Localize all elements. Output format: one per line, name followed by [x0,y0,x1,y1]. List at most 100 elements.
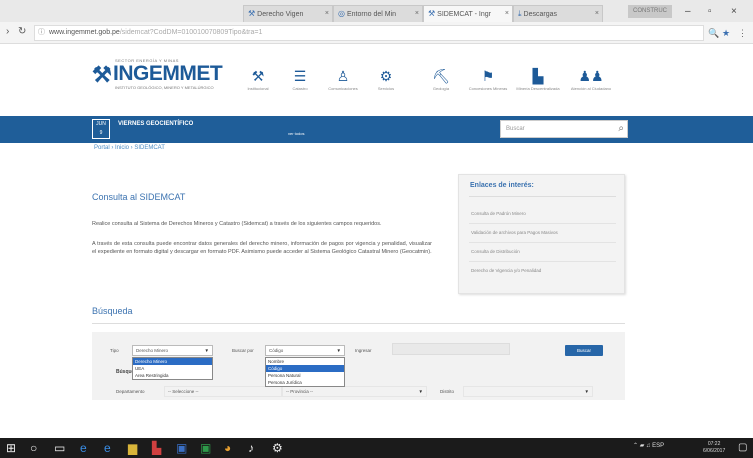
close-icon[interactable]: × [325,6,329,21]
search-input[interactable]: Buscar ⌕ [500,120,628,138]
buscar-por-select[interactable]: Código ▼ [265,345,345,356]
info-icon: ⓘ [38,29,45,36]
nav-concesiones[interactable]: ⚑ Concesiones Mineras [463,66,513,91]
calendar-icon: JUN 9 [92,119,110,139]
links-title: Enlaces de interés: [470,182,534,189]
nav-label: Minería Descentralizada [516,86,560,91]
news-title[interactable]: VIERNES GEOCIENTÍFICO [118,121,193,127]
breadcrumb[interactable]: Portal › Inicio › SIDEMCAT [94,145,165,151]
tab-favicon-icon: ⚒ [248,9,256,18]
chevron-down-icon: ▼ [418,389,423,394]
minimize-icon[interactable]: – [685,6,691,17]
nav-label: Atención al Ciudadano [570,86,612,91]
close-icon[interactable]: × [505,6,509,21]
nav-label: Servicios [377,86,395,91]
logo-subtitle: INSTITUTO GEOLÓGICO, MINERO Y METALÚRGIC… [115,85,214,90]
concessions-icon: ⚑ [481,68,495,84]
browser-tab[interactable]: ⚒ Derecho Vigen × [243,5,333,22]
buscar-button[interactable]: Buscar [565,345,603,356]
dropdown-option[interactable]: Código [266,365,344,372]
tipo-select[interactable]: Derecho Minero ▼ [132,345,213,356]
maximize-icon[interactable]: ▫ [708,6,712,17]
divider [469,261,616,262]
window-close-icon[interactable]: × [731,6,737,17]
page-title: Consulta al SIDEMCAT [92,192,186,202]
profile-button[interactable]: CONSTRUC [628,5,672,18]
forward-icon[interactable]: › [6,26,9,37]
file-explorer-icon[interactable]: ▆ [128,441,137,455]
reload-icon[interactable]: ↻ [18,26,26,37]
chrome-icon[interactable]: ◕ [224,441,231,455]
link-distribucion[interactable]: Consulta de Distribución [471,249,520,254]
url-field[interactable]: ⓘ www.ingemmet.gob.pe/sidemcat?CodDM=010… [34,25,704,41]
browser-tab[interactable]: ◎ Entorno del Min × [333,5,423,22]
search-placeholder: Buscar [506,126,525,132]
nav-geologia[interactable]: ⛏ Geología [416,66,466,91]
departamento-value: -- Seleccione -- [168,389,199,394]
url-path: /sidemcat?CodDM=010010070809Tipo&tra=1 [119,29,263,36]
link-padron[interactable]: Consulta de Padrón Minero [471,211,526,216]
provincia-select[interactable]: -- Provincia -- ▼ [282,386,427,397]
pdf-icon[interactable]: ▙ [152,441,161,455]
nav-mineria[interactable]: ▙ Minería Descentralizada [513,66,563,91]
language-indicator: ESP [652,443,665,449]
distrito-label: Distrito [440,389,455,394]
dropdown-option[interactable]: Persona Natural [266,372,344,379]
notifications-icon[interactable]: ▢ [738,441,747,455]
news-bar: JUN 9 VIERNES GEOCIENTÍFICO ver todos Bus… [0,116,753,143]
departamento-select[interactable]: -- Seleccione -- [164,386,282,397]
distrito-select[interactable]: ▼ [463,386,593,397]
settings-icon[interactable]: ⚙ [272,441,283,455]
departamento-label: Departamento [116,389,145,394]
ingresar-input[interactable] [392,343,510,355]
see-all-link[interactable]: ver todos [288,131,304,136]
close-icon[interactable]: × [415,6,419,21]
calendar-day: 9 [99,130,103,136]
dropdown-option[interactable]: Nombre [266,358,344,365]
browser-tab-active[interactable]: ⚒ SIDEMCAT - Ingr × [423,5,513,22]
search-icon[interactable]: ⌕ [618,121,624,137]
ie-icon[interactable]: e [104,441,111,455]
browser-tab[interactable]: ⤓ Descargas × [513,5,603,22]
mining-icon: ▙ [532,68,544,84]
clock[interactable]: 07:22 6/06/2017 [703,441,725,455]
search-icon[interactable]: ○ [30,441,37,455]
provincia-value: -- Provincia -- [286,389,314,394]
nav-label: Geología [432,86,450,91]
citizens-icon: ♟♟ [578,68,604,84]
nav-servicios[interactable]: ⚙ Servicios [361,66,411,91]
nav-atencion[interactable]: ♟♟ Atención al Ciudadano [566,66,616,91]
excel-icon[interactable]: ▣ [200,441,211,455]
app-icon[interactable]: ♪ [248,441,254,455]
divider [469,196,616,197]
link-vigencia[interactable]: Derecho de Vigencia y/o Penalidad [471,268,541,273]
dropdown-option[interactable]: Persona Jurídica [266,379,344,386]
tipo-label: Tipo [110,348,119,353]
address-bar: › ↻ ⓘ www.ingemmet.gob.pe/sidemcat?CodDM… [0,22,753,44]
word-icon[interactable]: ▣ [176,441,187,455]
search-form: Tipo Derecho Minero ▼ Buscar por Código ▼ … [92,332,625,400]
url-host: www.ingemmet.gob.pe [49,29,120,36]
tipo-value: Derecho Minero [136,348,169,353]
tab-title: SIDEMCAT - Ingr [437,11,491,18]
menu-icon[interactable]: ⋮ [738,28,747,39]
bookmark-star-icon[interactable]: ★ [722,28,730,39]
dropdown-option[interactable]: Area Restringida [133,372,212,379]
zoom-icon[interactable]: 🔍 [708,28,719,39]
tab-favicon-icon: ◎ [338,9,345,18]
tab-title: Derecho Vigen [257,11,304,18]
dropdown-option[interactable]: UEA [133,365,212,372]
calendar-month: JUN [96,121,106,127]
logo[interactable]: INGEMMET [113,62,223,86]
dropdown-option[interactable]: Derecho Minero [133,358,212,365]
description-paragraph: A través de esta consulta puede encontra… [92,241,432,255]
edge-icon[interactable]: e [80,441,87,455]
system-tray[interactable]: ⌃ ▰ ♫ ESP [633,442,664,449]
task-view-icon[interactable]: ▭ [54,441,65,455]
tipo-dropdown: Derecho Minero UEA Area Restringida [132,357,213,380]
windows-start-icon[interactable]: ⊞ [6,441,16,455]
divider [469,223,616,224]
close-icon[interactable]: × [595,6,599,21]
link-validacion[interactable]: Validación de archivos para Pagos Masivo… [471,230,558,235]
chevron-down-icon: ▼ [584,389,589,394]
